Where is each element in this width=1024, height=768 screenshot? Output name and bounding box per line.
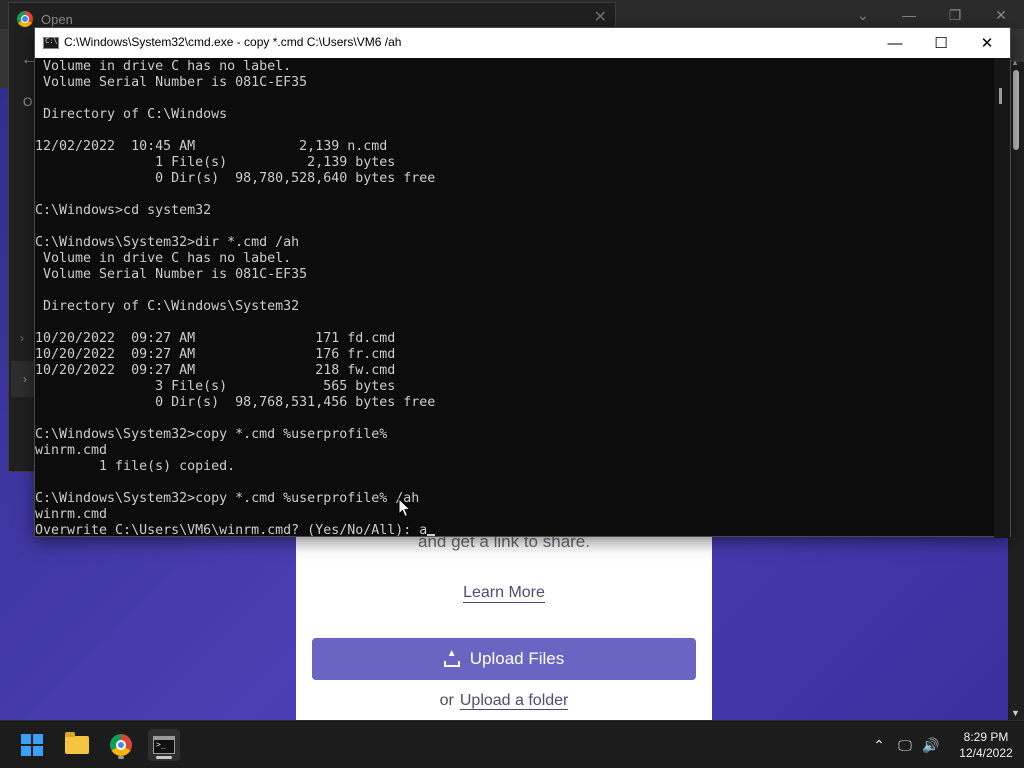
upload-card: and get a link to share. Learn More Uplo… bbox=[296, 532, 712, 720]
upload-files-button[interactable]: Upload Files bbox=[312, 638, 696, 680]
console-line: Volume in drive C has no label. bbox=[35, 59, 292, 74]
scrollbar-thumb[interactable] bbox=[999, 88, 1002, 104]
clock-time: 8:29 PM bbox=[963, 730, 1009, 744]
chrome-icon bbox=[110, 734, 132, 756]
system-tray: ⌃ 🖵 🔊 8:29 PM 12/4/2022 bbox=[866, 721, 1024, 768]
dialog-title: Open bbox=[41, 11, 73, 27]
console-line: C:\Windows\System32>dir *.cmd /ah bbox=[35, 235, 300, 250]
console-line: 0 Dir(s) 98,780,528,640 bytes free bbox=[35, 171, 436, 186]
file-explorer-button[interactable] bbox=[61, 729, 93, 761]
folder-icon bbox=[65, 732, 89, 754]
clock[interactable]: 8:29 PM 12/4/2022 bbox=[948, 729, 1024, 761]
console-line: 10/20/2022 09:27 AM 176 fr.cmd bbox=[35, 347, 396, 362]
mouse-pointer-icon bbox=[398, 498, 412, 518]
chrome-logo-icon bbox=[17, 11, 33, 27]
upload-files-label: Upload Files bbox=[469, 649, 565, 668]
volume-icon[interactable]: 🔊 bbox=[918, 737, 944, 754]
console-line: 12/02/2022 10:45 AM 2,139 n.cmd bbox=[35, 139, 388, 154]
console-line: winrm.cmd bbox=[35, 507, 108, 522]
learn-more-link[interactable]: Learn More bbox=[463, 584, 545, 603]
console-line: Volume Serial Number is 081C-EF35 bbox=[35, 75, 308, 90]
network-icon[interactable]: 🖵 bbox=[892, 737, 918, 754]
cmd-titlebar[interactable]: C:\Windows\System32\cmd.exe - copy *.cmd… bbox=[35, 28, 1010, 58]
chevron-up-icon[interactable]: ⌃ bbox=[866, 737, 892, 754]
cmd-window[interactable]: C:\Windows\System32\cmd.exe - copy *.cmd… bbox=[34, 27, 1011, 538]
active-indicator bbox=[156, 756, 172, 759]
upload-folder-link[interactable]: Upload a folder bbox=[459, 692, 569, 710]
console-line: 1 file(s) copied. bbox=[35, 459, 236, 474]
clock-date: 12/4/2022 bbox=[959, 746, 1013, 760]
console-line: 1 File(s) 2,139 bytes bbox=[35, 155, 396, 170]
scrollbar-thumb[interactable] bbox=[1013, 70, 1019, 150]
console-line: C:\Windows\System32>copy *.cmd %userprof… bbox=[35, 491, 420, 506]
close-icon[interactable]: ✕ bbox=[964, 28, 1010, 58]
restore-icon[interactable]: ❐ bbox=[932, 0, 978, 30]
cmd-scrollbar[interactable] bbox=[994, 58, 1010, 538]
start-button[interactable] bbox=[16, 729, 48, 761]
chevron-right-icon[interactable]: › bbox=[20, 331, 24, 345]
minimize-icon[interactable]: — bbox=[872, 28, 918, 58]
taskbar: ⌃ 🖵 🔊 8:29 PM 12/4/2022 bbox=[0, 720, 1024, 768]
chrome-button[interactable] bbox=[105, 729, 137, 761]
minimize-icon[interactable]: — bbox=[886, 0, 932, 30]
console-line: Directory of C:\Windows\System32 bbox=[35, 299, 300, 314]
cmd-title: C:\Windows\System32\cmd.exe - copy *.cmd… bbox=[64, 35, 402, 49]
terminal-icon bbox=[153, 736, 175, 754]
or-text: or bbox=[439, 692, 454, 709]
console-output[interactable]: Volume in drive C has no label. Volume S… bbox=[35, 58, 996, 538]
console-line: 3 File(s) 565 bytes bbox=[35, 379, 396, 394]
console-line: 0 Dir(s) 98,768,531,456 bytes free bbox=[35, 395, 436, 410]
console-line: 10/20/2022 09:27 AM 171 fd.cmd bbox=[35, 331, 396, 346]
scroll-up-icon[interactable]: ▲ bbox=[1011, 58, 1019, 67]
console-line: C:\Windows>cd system32 bbox=[35, 203, 212, 218]
terminal-button[interactable] bbox=[148, 729, 180, 761]
upload-icon bbox=[443, 648, 460, 667]
console-line: Volume Serial Number is 081C-EF35 bbox=[35, 267, 308, 282]
scroll-down-icon[interactable]: ▼ bbox=[1011, 708, 1020, 718]
cmd-icon bbox=[43, 37, 59, 49]
console-line: Volume in drive C has no label. bbox=[35, 251, 292, 266]
dialog-close-icon[interactable]: ✕ bbox=[594, 7, 607, 27]
console-line: Directory of C:\Windows bbox=[35, 107, 228, 122]
running-indicator bbox=[118, 756, 124, 759]
chevron-down-icon[interactable]: ⌄ bbox=[840, 0, 886, 30]
prompt-line: Overwrite C:\Users\VM6\winrm.cmd? (Yes/N… bbox=[35, 523, 996, 538]
console-line: C:\Windows\System32>copy *.cmd %userprof… bbox=[35, 427, 388, 442]
text-cursor bbox=[427, 534, 436, 536]
maximize-icon[interactable]: ☐ bbox=[918, 28, 964, 58]
console-line: winrm.cmd bbox=[35, 443, 108, 458]
sidebar-item-label[interactable]: O bbox=[23, 95, 32, 109]
windows-logo-icon bbox=[21, 734, 43, 756]
console-line: 10/20/2022 09:27 AM 218 fw.cmd bbox=[35, 363, 396, 378]
close-icon[interactable]: ✕ bbox=[978, 0, 1024, 30]
